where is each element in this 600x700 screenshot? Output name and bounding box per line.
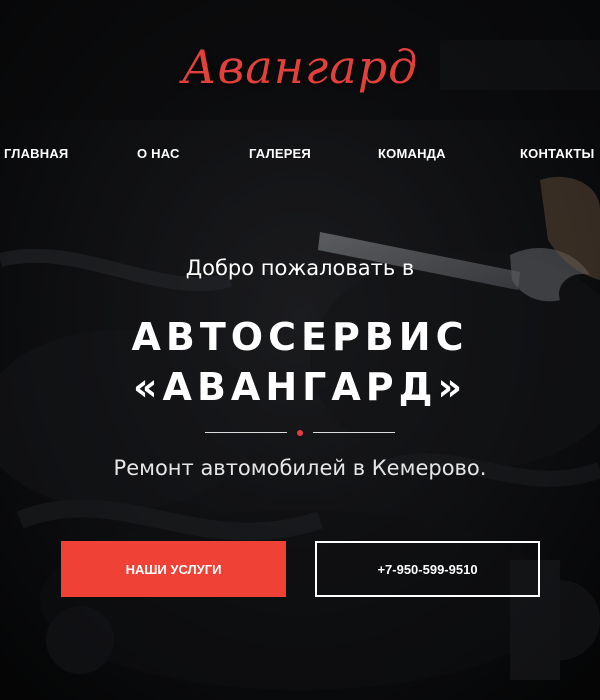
services-button[interactable]: НАШИ УСЛУГИ xyxy=(61,541,286,597)
divider-dot xyxy=(297,430,303,436)
nav-item-about[interactable]: О НАС xyxy=(137,146,180,161)
hero-title: АВТОСЕРВИС «АВАНГАРД» xyxy=(0,312,600,412)
hero-title-line-2: «АВАНГАРД» xyxy=(133,365,467,409)
nav-item-contacts[interactable]: КОНТАКТЫ xyxy=(520,146,594,161)
nav-item-home[interactable]: ГЛАВНАЯ xyxy=(4,146,68,161)
nav-item-team[interactable]: КОМАНДА xyxy=(378,146,446,161)
welcome-text: Добро пожаловать в xyxy=(185,256,415,280)
title-divider xyxy=(205,426,395,440)
divider-line-left xyxy=(205,432,287,433)
brand-logo[interactable]: Авангард xyxy=(0,40,600,94)
divider-line-right xyxy=(313,432,395,433)
nav-item-gallery[interactable]: ГАЛЕРЕЯ xyxy=(249,146,311,161)
hero-title-line-1: АВТОСЕРВИС xyxy=(131,315,469,359)
phone-button[interactable]: +7-950-599-9510 xyxy=(315,541,540,597)
main-nav: ГЛАВНАЯ О НАС ГАЛЕРЕЯ КОМАНДА КОНТАКТЫ xyxy=(0,146,600,166)
hero-tagline: Ремонт автомобилей в Кемерово. xyxy=(113,456,487,480)
